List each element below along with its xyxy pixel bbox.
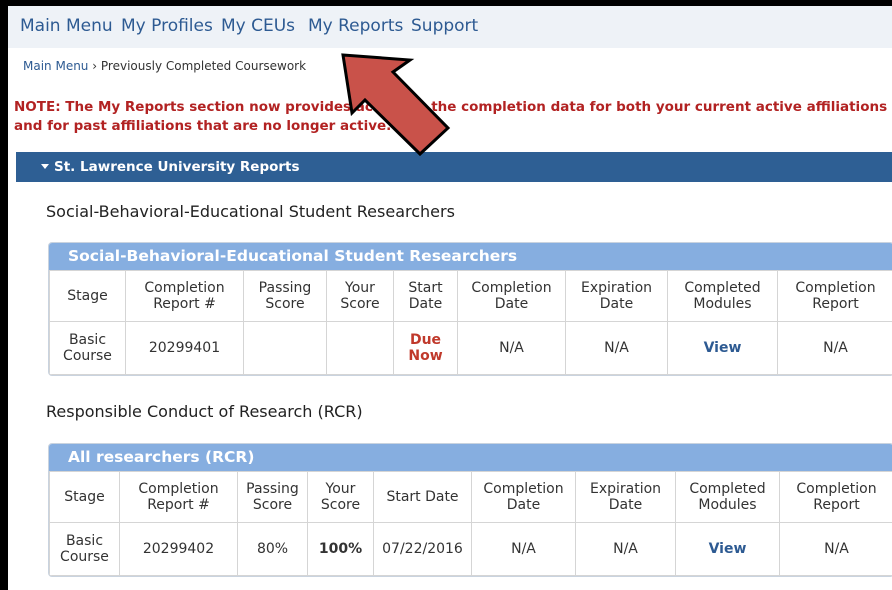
arrow-icon (341, 53, 451, 157)
